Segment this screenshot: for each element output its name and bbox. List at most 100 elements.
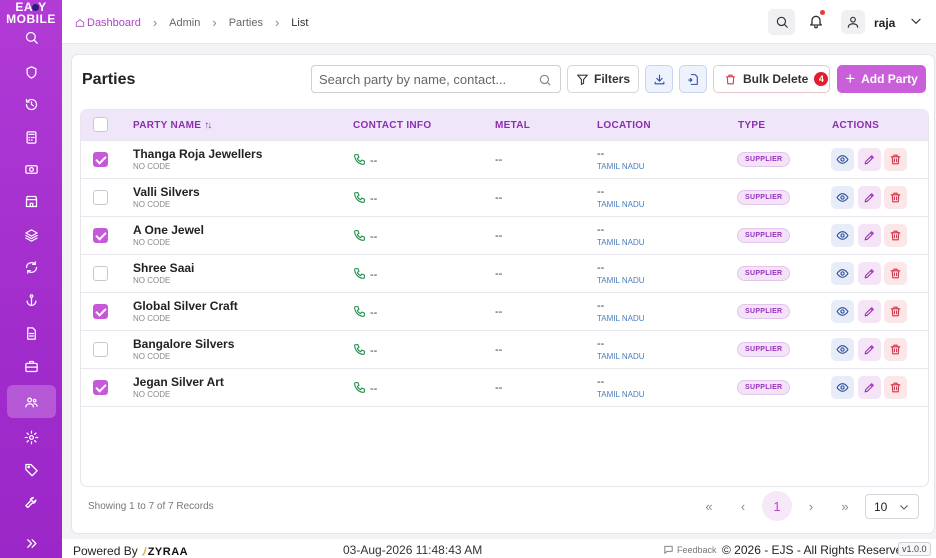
download-icon	[654, 74, 664, 84]
sort-icon[interactable]: ↑↓	[204, 120, 212, 131]
double-chevron-right-icon[interactable]	[0, 529, 62, 557]
row-checkbox[interactable]	[93, 304, 108, 319]
row-checkbox[interactable]	[93, 342, 108, 357]
tag-icon[interactable]	[0, 455, 62, 483]
view-button[interactable]	[831, 224, 854, 247]
document-icon[interactable]	[0, 319, 62, 347]
zyraa-logo: ﾉZYRAA	[141, 546, 189, 558]
edit-button[interactable]	[858, 338, 881, 361]
breadcrumb: Dashboard › Admin › Parties › List	[75, 15, 308, 30]
edit-button[interactable]	[858, 186, 881, 209]
prev-page-button[interactable]: ‹	[728, 492, 758, 520]
party-name[interactable]: A One Jewel	[133, 223, 204, 237]
briefcase-icon[interactable]	[0, 352, 62, 380]
location-state: TAMIL NADU	[597, 314, 645, 323]
view-button[interactable]	[831, 262, 854, 285]
search-input[interactable]	[319, 72, 529, 87]
feedback-link[interactable]: Feedback	[663, 544, 717, 555]
party-name[interactable]: Thanga Roja Jewellers	[133, 147, 262, 161]
breadcrumb-parties[interactable]: Parties	[229, 17, 263, 29]
delete-button[interactable]	[884, 224, 907, 247]
view-button[interactable]	[831, 186, 854, 209]
select-all-checkbox[interactable]	[93, 117, 108, 132]
search-box	[311, 65, 561, 93]
user-name[interactable]: raja	[874, 16, 895, 30]
history-icon[interactable]	[0, 90, 62, 118]
eye-icon	[836, 153, 849, 166]
settings-icon[interactable]	[0, 423, 62, 451]
row-checkbox[interactable]	[93, 380, 108, 395]
next-page-button[interactable]: ›	[796, 492, 826, 520]
contact-info: --	[353, 381, 377, 397]
trash-icon	[889, 191, 902, 204]
page-button-current[interactable]: 1	[762, 491, 792, 521]
import-button[interactable]	[679, 65, 707, 93]
layers-icon[interactable]	[0, 221, 62, 249]
contact-info: --	[353, 191, 377, 207]
column-header-party-name[interactable]: PARTY NAME ↑↓	[133, 120, 212, 131]
row-checkbox[interactable]	[93, 228, 108, 243]
chevron-down-icon[interactable]	[909, 14, 923, 33]
eye-icon	[836, 305, 849, 318]
sidebar-search-icon[interactable]	[0, 23, 62, 51]
delete-button[interactable]	[884, 300, 907, 323]
delete-button[interactable]	[884, 338, 907, 361]
last-page-button[interactable]: »	[830, 492, 860, 520]
row-checkbox[interactable]	[93, 266, 108, 281]
party-code: NO CODE	[133, 238, 171, 247]
edit-button[interactable]	[858, 376, 881, 399]
global-search-button[interactable]	[768, 9, 795, 35]
edit-button[interactable]	[858, 148, 881, 171]
party-name[interactable]: Valli Silvers	[133, 185, 200, 199]
delete-button[interactable]	[884, 148, 907, 171]
contact-info: --	[353, 153, 377, 169]
calculator-icon[interactable]	[0, 123, 62, 151]
row-checkbox[interactable]	[93, 152, 108, 167]
download-button[interactable]	[645, 65, 673, 93]
anchor-icon[interactable]	[0, 286, 62, 314]
location-state: TAMIL NADU	[597, 276, 645, 285]
party-name[interactable]: Bangalore Silvers	[133, 337, 234, 351]
edit-button[interactable]	[858, 300, 881, 323]
powered-by: Powered By ﾉZYRAA	[73, 544, 189, 558]
pencil-icon	[863, 229, 876, 242]
delete-button[interactable]	[884, 186, 907, 209]
store-icon[interactable]	[0, 187, 62, 215]
avatar[interactable]	[841, 10, 865, 34]
view-button[interactable]	[831, 338, 854, 361]
notifications-button[interactable]	[806, 9, 826, 33]
chevron-right-icon: ›	[152, 15, 158, 30]
breadcrumb-admin[interactable]: Admin	[169, 17, 200, 29]
eye-icon	[836, 381, 849, 394]
app-logo[interactable]: EA Y MOBILE	[0, 1, 62, 25]
add-party-button[interactable]: + Add Party	[837, 65, 926, 93]
location-value: --	[597, 300, 605, 312]
location-state: TAMIL NADU	[597, 352, 645, 361]
first-page-button[interactable]: «	[694, 492, 724, 520]
breadcrumb-dashboard[interactable]: Dashboard	[75, 17, 141, 29]
cash-icon[interactable]	[0, 155, 62, 183]
per-page-select[interactable]: 10	[865, 494, 919, 519]
location-state: TAMIL NADU	[597, 238, 645, 247]
search-icon[interactable]	[538, 73, 552, 92]
wrench-icon[interactable]	[0, 488, 62, 516]
delete-button[interactable]	[884, 376, 907, 399]
phone-icon	[353, 305, 366, 321]
breadcrumb-list: List	[291, 16, 309, 29]
row-checkbox[interactable]	[93, 190, 108, 205]
view-button[interactable]	[831, 376, 854, 399]
refresh-icon[interactable]	[0, 253, 62, 281]
delete-button[interactable]	[884, 262, 907, 285]
edit-button[interactable]	[858, 224, 881, 247]
view-button[interactable]	[831, 300, 854, 323]
party-name[interactable]: Shree Saai	[133, 261, 194, 275]
bulk-delete-button[interactable]: Bulk Delete 4	[713, 65, 830, 93]
shield-icon[interactable]	[0, 58, 62, 86]
users-icon[interactable]	[0, 388, 62, 416]
party-name[interactable]: Global Silver Craft	[133, 299, 238, 313]
edit-button[interactable]	[858, 262, 881, 285]
party-name[interactable]: Jegan Silver Art	[133, 375, 224, 389]
view-button[interactable]	[831, 148, 854, 171]
filters-button[interactable]: Filters	[567, 65, 639, 93]
location-value: --	[597, 338, 605, 350]
